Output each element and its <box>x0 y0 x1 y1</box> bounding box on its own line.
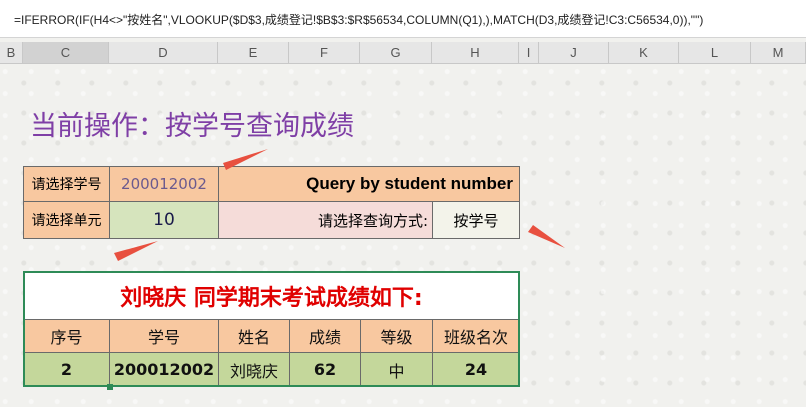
arrow-icon <box>114 241 158 261</box>
arrow-icon <box>528 225 565 248</box>
annotation-arrows <box>114 149 565 261</box>
arrow-icon <box>223 149 268 170</box>
